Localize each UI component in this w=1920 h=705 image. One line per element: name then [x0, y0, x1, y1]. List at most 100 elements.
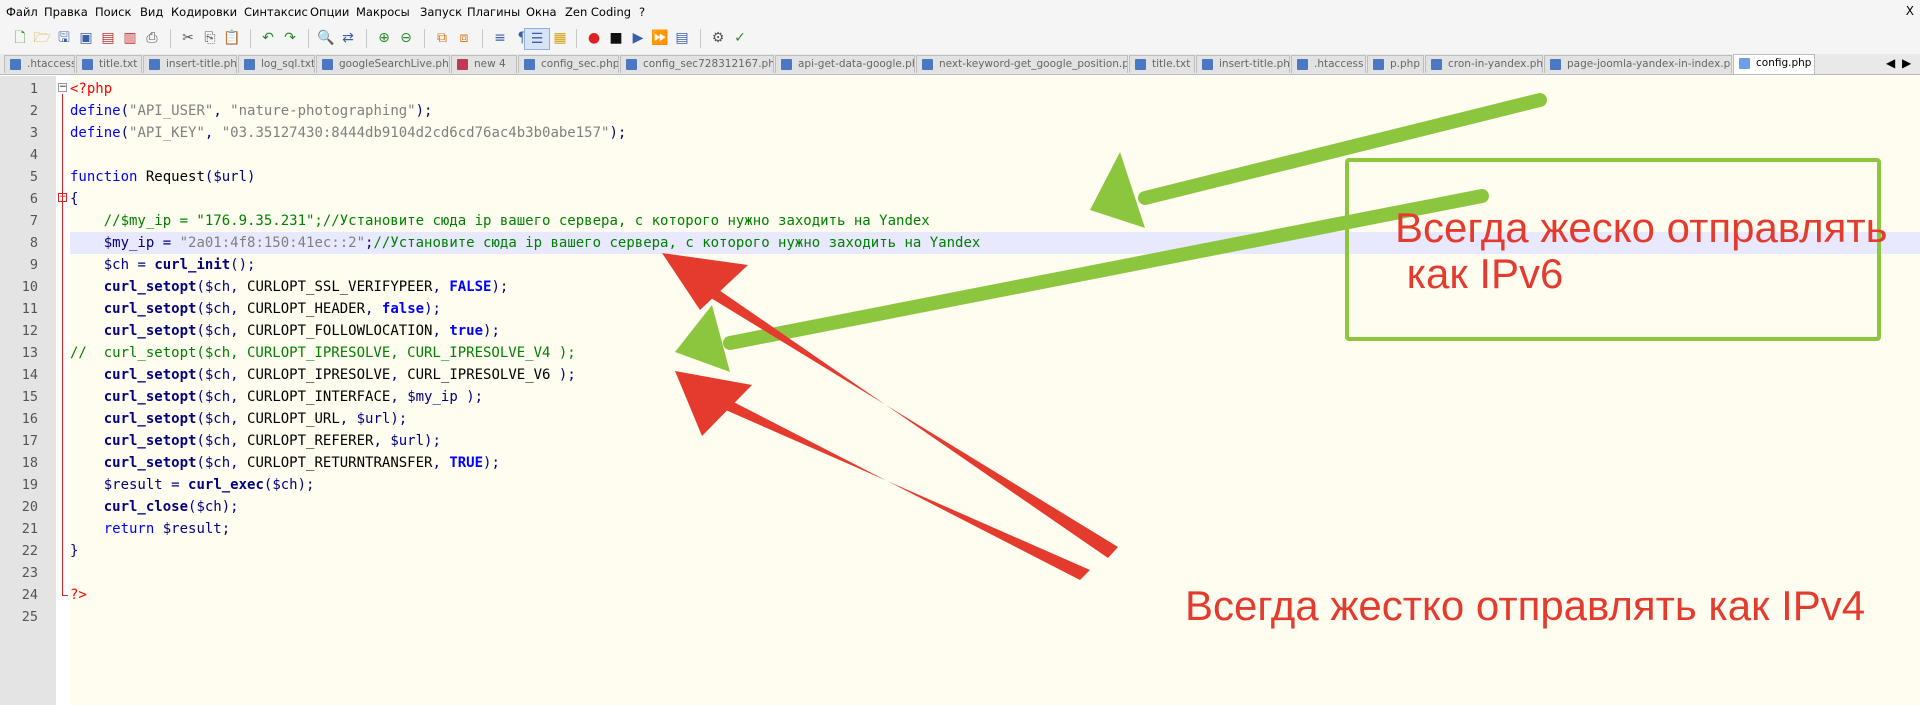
menu-encoding[interactable]: Кодировки — [171, 5, 237, 19]
tab-prev-icon[interactable]: ◀ — [1886, 56, 1895, 70]
spell-check-icon[interactable]: ✓ — [730, 28, 750, 48]
line-number: 13 — [21, 345, 38, 361]
code-line[interactable]: $my_ip = "2a01:4f8:150:41ec::2";//Устано… — [70, 232, 1920, 254]
code-editor[interactable]: <?php define("API_USER", "nature-photogra… — [70, 76, 1920, 705]
menu-options[interactable]: Опции — [310, 5, 349, 19]
code-line[interactable]: // curl_setopt($ch, CURLOPT_IPRESOLVE, C… — [70, 342, 1920, 364]
zoom-in-icon[interactable]: ⊕ — [374, 28, 394, 48]
code-token: ); — [457, 389, 484, 405]
save-icon[interactable]: 🖫 — [54, 28, 74, 48]
code-line[interactable]: curl_setopt($ch, CURLOPT_URL, $url); — [70, 408, 1920, 430]
code-line[interactable]: curl_setopt($ch, CURLOPT_RETURNTRANSFER,… — [70, 452, 1920, 474]
zoom-out-icon[interactable]: ⊖ — [396, 28, 416, 48]
menu-help[interactable]: ? — [639, 5, 645, 19]
code-line[interactable]: define("API_USER", "nature-photographing… — [70, 100, 1920, 122]
code-line[interactable]: curl_setopt($ch, CURLOPT_REFERER, $url); — [70, 430, 1920, 452]
new-file-icon[interactable]: 🗋 — [10, 28, 30, 48]
close-file-icon[interactable]: ▤ — [98, 28, 118, 48]
fold-toggle-icon[interactable]: − — [58, 83, 67, 92]
file-icon — [626, 59, 637, 70]
doc-map-icon[interactable]: ▦ — [550, 28, 570, 48]
tab-config-php[interactable]: config.php — [1733, 54, 1815, 74]
tab-new-4[interactable]: new 4 — [451, 55, 517, 73]
menu-search[interactable]: Поиск — [95, 5, 131, 19]
menu-file[interactable]: Файл — [6, 5, 38, 19]
code-line[interactable]: curl_setopt($ch, CURLOPT_INTERFACE, $my_… — [70, 386, 1920, 408]
code-line[interactable]: //$my_ip = "176.9.35.231";//Установите с… — [70, 210, 1920, 232]
close-icon[interactable]: X — [1906, 4, 1914, 18]
code-line[interactable]: return $result; — [70, 518, 1920, 540]
code-line[interactable]: <?php — [70, 78, 1920, 100]
replace-icon[interactable]: ⇄ — [338, 28, 358, 48]
menu-macros[interactable]: Макросы — [356, 5, 410, 19]
menu-plugins[interactable]: Плагины — [467, 5, 520, 19]
code-token: { — [70, 191, 79, 207]
code-token: "2a01:4f8:150:41ec::2" — [179, 235, 366, 251]
tab-page-joomla[interactable]: page-joomla-yandex-in-index.php — [1544, 55, 1732, 73]
code-token: $ch — [204, 301, 231, 317]
code-line[interactable]: function Request($url) — [70, 166, 1920, 188]
code-line[interactable]: define("API_KEY", "03.35127430:8444db910… — [70, 122, 1920, 144]
save-macro-icon[interactable]: ▤ — [672, 28, 692, 48]
save-all-icon[interactable]: ▣ — [76, 28, 96, 48]
plugin-icon[interactable]: ⚙ — [708, 28, 728, 48]
tab-next-icon[interactable]: ▶ — [1902, 56, 1911, 70]
find-icon[interactable]: 🔍 — [316, 28, 336, 48]
code-line[interactable] — [70, 606, 1920, 628]
tab-log-sql[interactable]: log_sql.txt — [238, 55, 315, 73]
undo-icon[interactable]: ↶ — [258, 28, 278, 48]
tab-config-sec[interactable]: config_sec.php — [518, 55, 619, 73]
copy-icon[interactable]: ⎘ — [200, 28, 220, 48]
tab-config-sec-728312167[interactable]: config_sec728312167.php — [620, 55, 774, 73]
tab-insert-title-2[interactable]: insert-title.php — [1196, 55, 1290, 73]
file-icon — [1431, 59, 1442, 70]
code-line[interactable]: $ch = curl_init(); — [70, 254, 1920, 276]
indent-guide-icon[interactable]: ☰ — [524, 28, 550, 50]
code-line[interactable]: curl_setopt($ch, CURLOPT_HEADER, false); — [70, 298, 1920, 320]
code-token: ); — [483, 455, 500, 471]
code-line[interactable]: ?> — [70, 584, 1920, 606]
word-wrap-icon[interactable]: ≡ — [490, 28, 510, 48]
record-macro-icon[interactable]: ● — [584, 28, 604, 48]
menu-run[interactable]: Запуск — [420, 5, 462, 19]
code-line[interactable]: curl_setopt($ch, CURLOPT_FOLLOWLOCATION,… — [70, 320, 1920, 342]
open-file-icon[interactable]: 🗁 — [32, 28, 52, 48]
play-macro-icon[interactable]: ▶ — [628, 28, 648, 48]
print-icon[interactable]: ⎙ — [142, 28, 162, 48]
tab-p-php[interactable]: p.php — [1367, 55, 1424, 73]
code-line[interactable]: curl_setopt($ch, CURLOPT_IPRESOLVE, CURL… — [70, 364, 1920, 386]
code-line[interactable]: } — [70, 540, 1920, 562]
stop-macro-icon[interactable]: ■ — [606, 28, 626, 48]
tab-google-search-live[interactable]: googleSearchLive.php — [316, 55, 450, 73]
code-token: ) — [247, 169, 256, 185]
tab-api-get-data-google[interactable]: api-get-data-google.php — [775, 55, 915, 73]
tab-insert-title[interactable]: insert-title.php — [143, 55, 237, 73]
play-multiple-icon[interactable]: ⏩ — [650, 28, 670, 48]
code-line[interactable] — [70, 144, 1920, 166]
menu-edit[interactable]: Правка — [44, 5, 88, 19]
code-line[interactable] — [70, 562, 1920, 584]
tab-htaccess[interactable]: .htaccess — [4, 55, 75, 73]
tab-title-txt[interactable]: title.txt — [76, 55, 142, 73]
code-line[interactable]: curl_setopt($ch, CURLOPT_SSL_VERIFYPEER,… — [70, 276, 1920, 298]
close-all-icon[interactable]: ▥ — [120, 28, 140, 48]
code-line[interactable]: $result = curl_exec($ch); — [70, 474, 1920, 496]
menu-view[interactable]: Вид — [140, 5, 163, 19]
menu-windows[interactable]: Окна — [526, 5, 557, 19]
menu-syntax[interactable]: Синтаксис — [244, 5, 308, 19]
code-token: ( — [196, 323, 205, 339]
paste-icon[interactable]: 📋 — [222, 28, 242, 48]
tab-cron-in-yandex[interactable]: cron-in-yandex.php — [1425, 55, 1543, 73]
tab-title-txt-2[interactable]: title.txt — [1129, 55, 1195, 73]
tab-next-keyword[interactable]: next-keyword-get_google_position.php — [916, 55, 1128, 73]
menu-zen-coding[interactable]: Zen Coding — [565, 5, 631, 19]
cut-icon[interactable]: ✂ — [178, 28, 198, 48]
code-token: } — [70, 543, 79, 559]
tab-htaccess-2[interactable]: .htaccess — [1291, 55, 1366, 73]
sync-scroll-h-icon[interactable]: ⧈ — [454, 28, 474, 48]
code-line[interactable]: curl_close($ch); — [70, 496, 1920, 518]
code-line[interactable]: { — [70, 188, 1920, 210]
code-token: FALSE — [449, 279, 492, 295]
sync-scroll-v-icon[interactable]: ⧉ — [432, 28, 452, 48]
redo-icon[interactable]: ↷ — [280, 28, 300, 48]
